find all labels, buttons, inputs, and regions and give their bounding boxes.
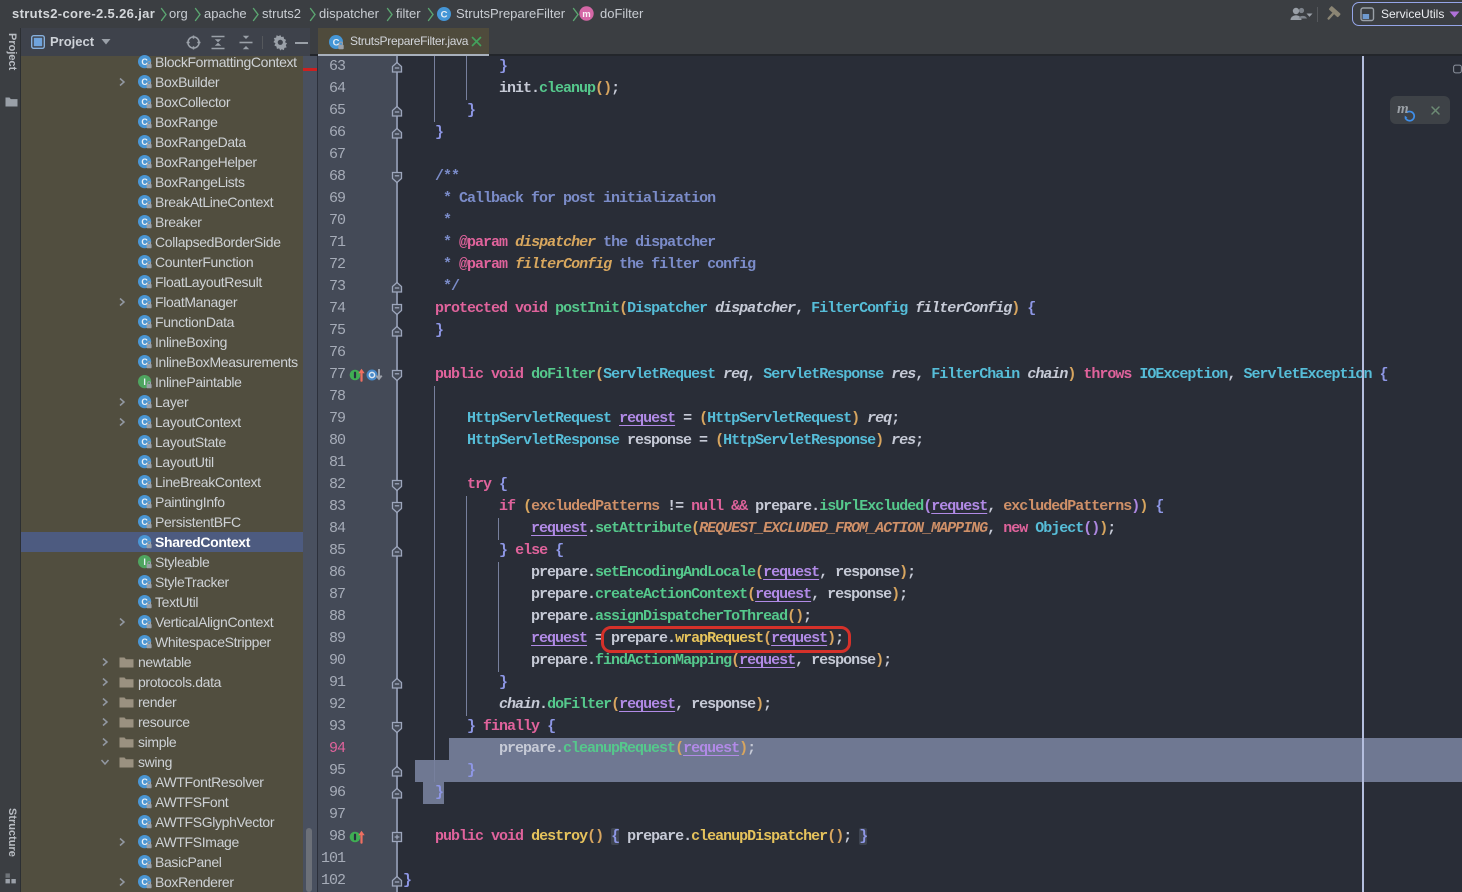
svg-text:m: m: [1397, 101, 1409, 117]
svg-text:I: I: [143, 557, 146, 567]
svg-text:C: C: [441, 9, 448, 20]
svg-text:m: m: [582, 9, 590, 20]
svg-text:I: I: [143, 377, 146, 387]
